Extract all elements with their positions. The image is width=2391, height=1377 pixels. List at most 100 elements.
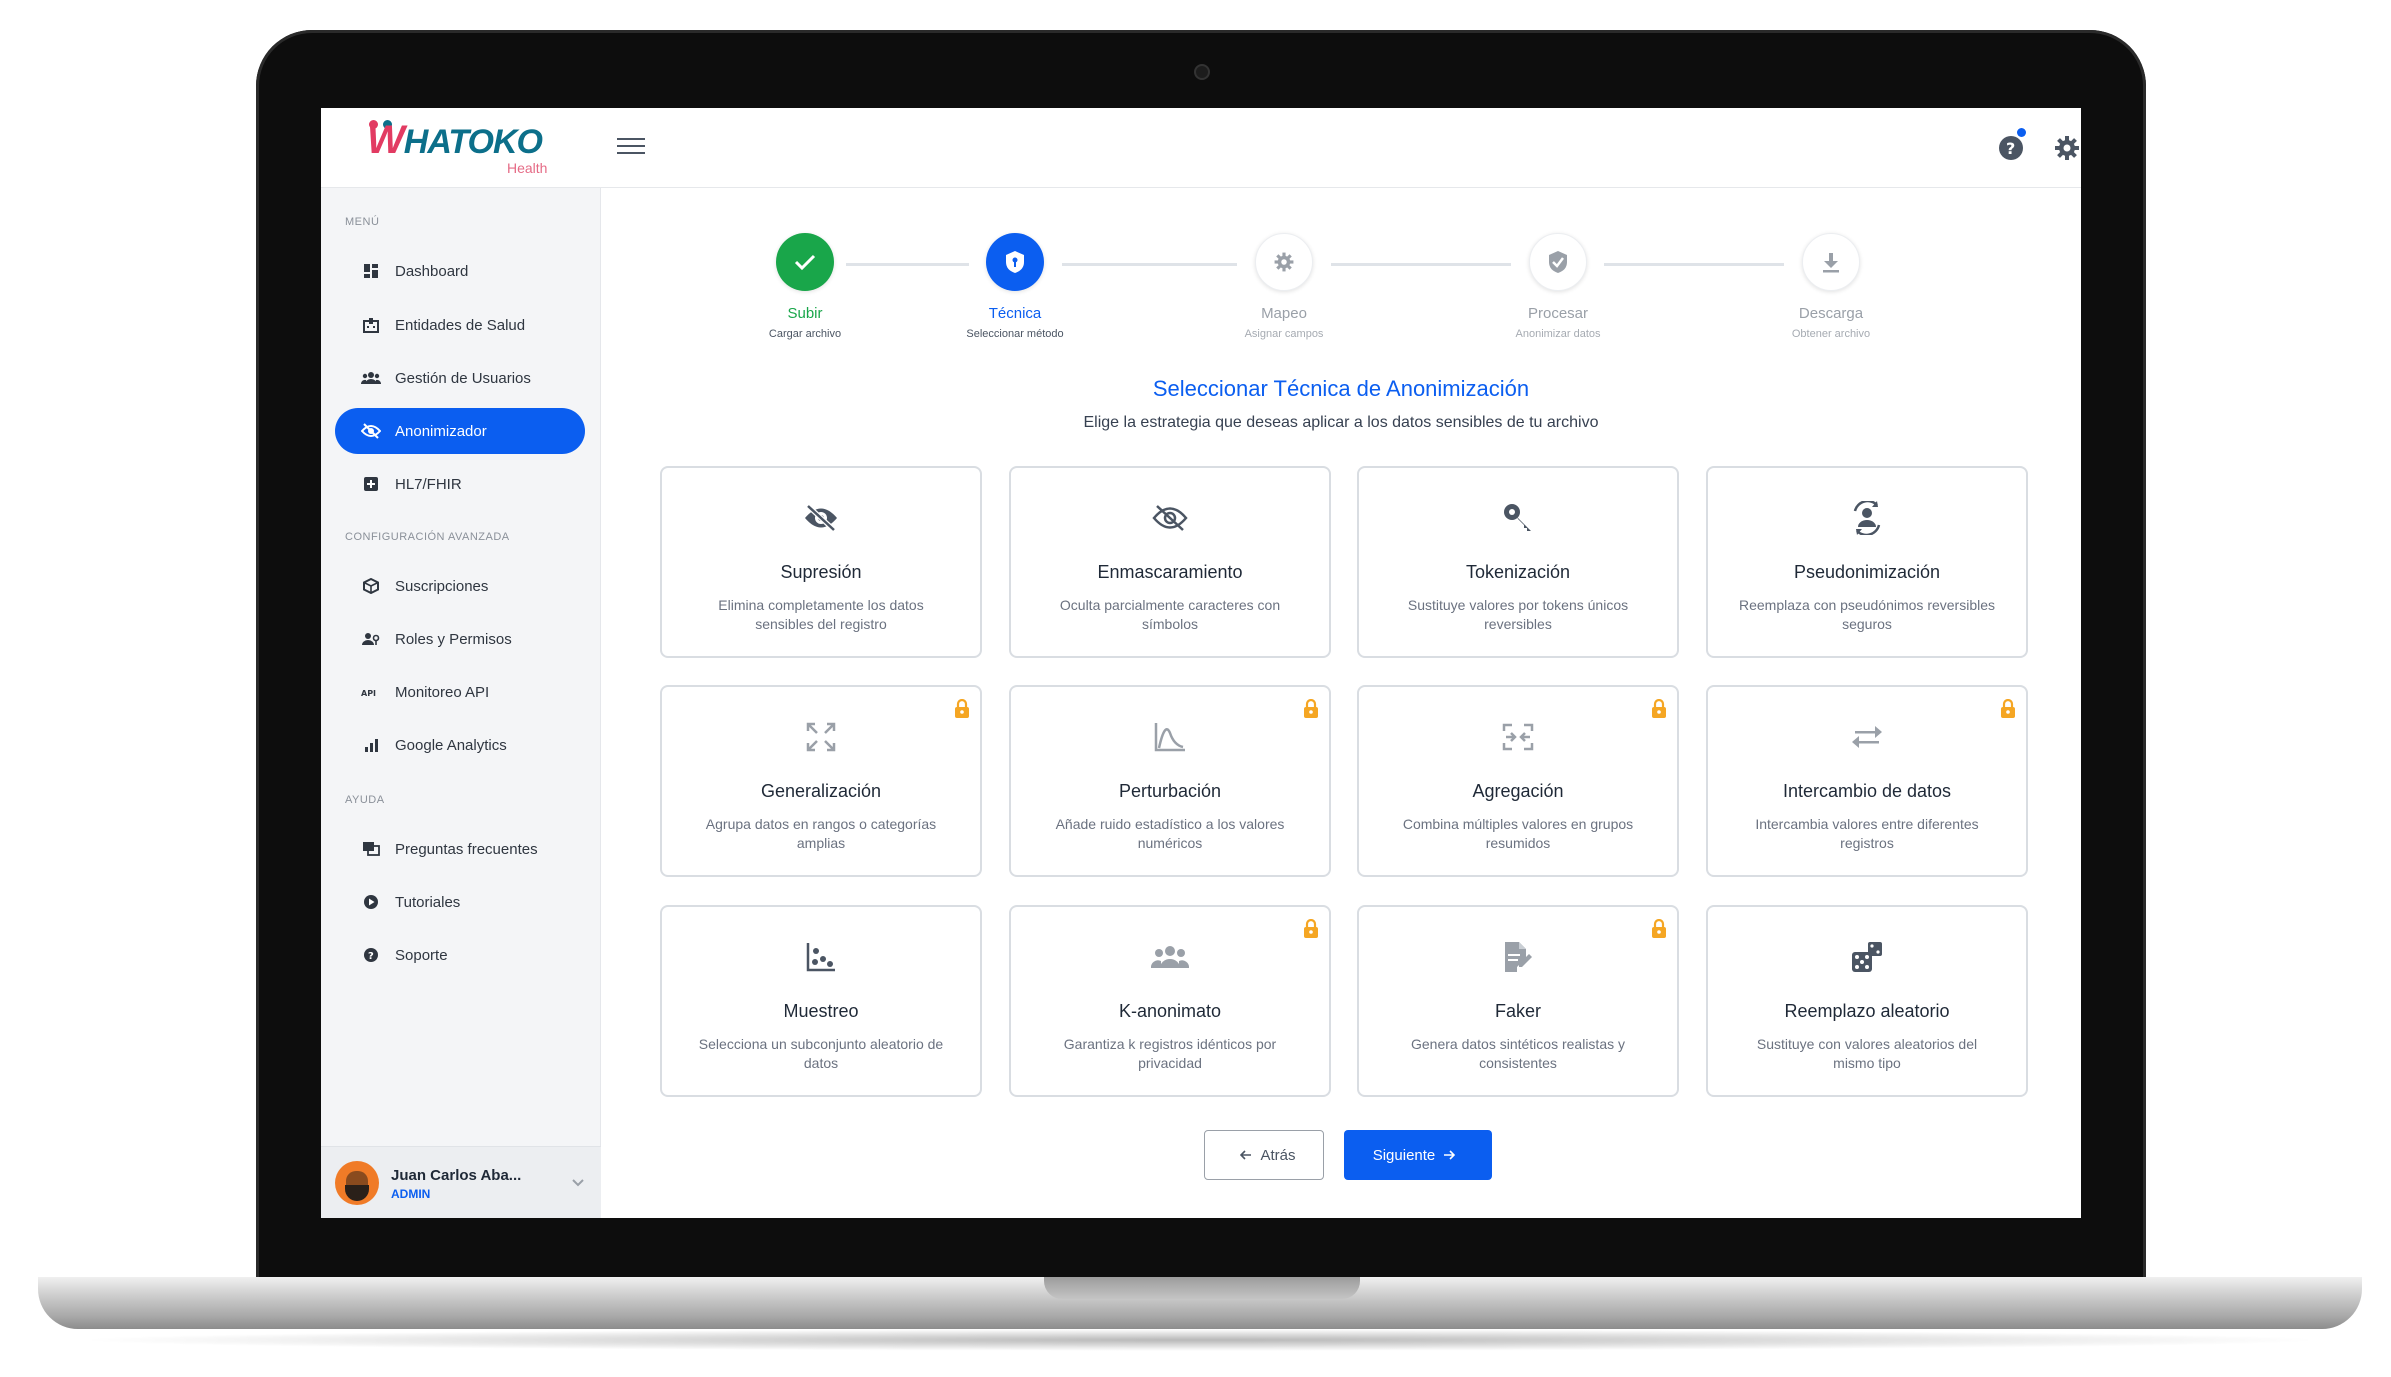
step-title: Procesar [1527, 305, 1589, 322]
sidebar-item-label: Entidades de Salud [395, 316, 526, 334]
shield-check-icon [1529, 233, 1587, 291]
step-mapeo[interactable]: Mapeo Asignar campos [1184, 233, 1384, 340]
technique-description: Reemplaza con pseudónimos reversibles se… [1738, 597, 1996, 632]
step-title: Subir [787, 305, 823, 322]
technique-title: K-anonimato [1118, 1001, 1222, 1021]
technique-card-supresion[interactable]: Supresión Elimina completamente los dato… [660, 466, 982, 658]
sidebar-item-monitoreo[interactable]: API Monitoreo API [335, 669, 585, 715]
help-circle-icon: ? [361, 946, 381, 964]
step-descarga[interactable]: Descarga Obtener archivo [1731, 233, 1931, 340]
next-button[interactable]: Siguiente [1344, 1130, 1492, 1180]
technique-title: Perturbación [1118, 781, 1222, 801]
technique-description: Selecciona un subconjunto aleatorio de d… [698, 1036, 944, 1071]
user-sync-icon [1708, 498, 2026, 538]
technique-card-pseudonimizacion[interactable]: Pseudonimización Reemplaza con pseudónim… [1706, 466, 2028, 658]
sidebar-item-label: Google Analytics [395, 736, 507, 754]
technique-title: Enmascaramiento [1097, 562, 1243, 582]
logo[interactable]: WHATOKO Health [321, 108, 601, 188]
sidebar-item-roles[interactable]: Roles y Permisos [335, 616, 585, 662]
laptop-notch [1044, 1277, 1360, 1299]
step-title: Mapeo [1261, 305, 1307, 322]
sidebar: WHATOKO Health MENÚ Dashboard Entidades … [321, 108, 601, 1218]
download-icon [1802, 233, 1860, 291]
curve-icon [1011, 717, 1329, 757]
step-title: Descarga [1798, 305, 1864, 322]
users-icon [361, 369, 381, 387]
laptop-shadow [70, 1329, 2330, 1351]
check-icon [776, 233, 834, 291]
back-button[interactable]: Atrás [1204, 1130, 1324, 1180]
step-subtitle: Cargar archivo [768, 328, 842, 340]
sidebar-item-tutoriales[interactable]: Tutoriales [335, 879, 585, 925]
technique-title: Faker [1494, 1001, 1541, 1021]
technique-card-perturbacion[interactable]: Perturbación Añade ruido estadístico a l… [1009, 685, 1331, 877]
app-screen: WHATOKO Health MENÚ Dashboard Entidades … [321, 108, 2081, 1218]
technique-card-generalizacion[interactable]: Generalización Agrupa datos en rangos o … [660, 685, 982, 877]
section-label-config: CONFIGURACIÓN AVANZADA [345, 531, 510, 543]
sidebar-item-label: Roles y Permisos [395, 630, 512, 648]
sidebar-item-soporte[interactable]: ? Soporte [335, 932, 585, 978]
technique-title: Pseudonimización [1793, 562, 1941, 582]
svg-text:?: ? [368, 951, 374, 962]
svg-text:API: API [361, 689, 376, 698]
bar-chart-icon [361, 736, 381, 754]
sidebar-item-usuarios[interactable]: Gestión de Usuarios [335, 355, 585, 401]
dice-icon [1708, 937, 2026, 977]
technique-title: Muestreo [783, 1001, 859, 1021]
logo-subtitle: Health [507, 160, 548, 176]
eye-off-outline-icon [1011, 498, 1329, 538]
step-tecnica[interactable]: Técnica Seleccionar método [915, 233, 1115, 340]
sidebar-item-hl7[interactable]: HL7/FHIR [335, 461, 585, 507]
group-icon [1011, 937, 1329, 977]
technique-card-enmascaramiento[interactable]: Enmascaramiento Oculta parcialmente cara… [1009, 466, 1331, 658]
technique-description: Elimina completamente los datos sensible… [718, 597, 924, 632]
user-role: ADMIN [391, 1187, 431, 1201]
step-procesar[interactable]: Procesar Anonimizar datos [1458, 233, 1658, 340]
swap-icon [1708, 717, 2026, 757]
settings-gear-icon[interactable] [2053, 134, 2081, 162]
technique-card-k-anonimato[interactable]: K-anonimato Garantiza k registros idénti… [1009, 905, 1331, 1097]
technique-card-intercambio[interactable]: Intercambio de datos Intercambia valores… [1706, 685, 2028, 877]
user-profile[interactable]: Juan Carlos Aba... ADMIN [321, 1146, 601, 1218]
sidebar-item-suscripciones[interactable]: Suscripciones [335, 563, 585, 609]
section-label-menu: MENÚ [345, 216, 380, 228]
menu-toggle-icon[interactable] [617, 138, 645, 158]
step-subtitle: Seleccionar método [966, 328, 1064, 340]
help-icon[interactable]: ? [1997, 134, 2025, 162]
api-icon: API [361, 683, 381, 701]
back-button-label: Atrás [1260, 1146, 1296, 1164]
sidebar-item-faq[interactable]: Preguntas frecuentes [335, 826, 585, 872]
step-subir[interactable]: Subir Cargar archivo [705, 233, 905, 340]
shield-icon [986, 233, 1044, 291]
sidebar-item-dashboard[interactable]: Dashboard [335, 248, 585, 294]
page-subtitle: Elige la estrategia que deseas aplicar a… [1083, 414, 1599, 431]
technique-card-agregacion[interactable]: Agregación Combina múltiples valores en … [1357, 685, 1679, 877]
avatar [335, 1161, 379, 1205]
technique-description: Combina múltiples valores en grupos resu… [1402, 816, 1634, 851]
technique-card-tokenizacion[interactable]: Tokenización Sustituye valores por token… [1357, 466, 1679, 658]
sidebar-item-analytics[interactable]: Google Analytics [335, 722, 585, 768]
eye-off-icon [361, 422, 381, 440]
technique-title: Intercambio de datos [1782, 781, 1952, 801]
sidebar-item-anonimizador[interactable]: Anonimizador [335, 408, 585, 454]
step-subtitle: Obtener archivo [1791, 328, 1871, 340]
sidebar-item-label: Anonimizador [395, 422, 487, 440]
sidebar-item-label: HL7/FHIR [395, 475, 462, 493]
technique-card-reemplazo[interactable]: Reemplazo aleatorio Sustituye con valore… [1706, 905, 2028, 1097]
technique-card-muestreo[interactable]: Muestreo Selecciona un subconjunto aleat… [660, 905, 982, 1097]
page-title: Seleccionar Técnica de Anonimización [1152, 376, 1530, 401]
chevron-down-icon[interactable] [571, 1175, 585, 1193]
technique-card-faker[interactable]: Faker Genera datos sintéticos realistas … [1357, 905, 1679, 1097]
logo-w: W [367, 118, 405, 162]
arrow-left-icon [1240, 1150, 1252, 1160]
technique-title: Agregación [1472, 781, 1564, 801]
sidebar-item-entidades[interactable]: Entidades de Salud [335, 302, 585, 348]
scatter-icon [662, 937, 980, 977]
sidebar-item-label: Preguntas frecuentes [395, 840, 538, 858]
svg-text:?: ? [2006, 139, 2015, 158]
sidebar-item-label: Monitoreo API [395, 683, 490, 701]
logo-text: HATOKO [403, 123, 543, 161]
cube-icon [361, 577, 381, 595]
medical-plus-icon [361, 475, 381, 493]
technique-description: Agrupa datos en rangos o categorías ampl… [705, 816, 937, 851]
